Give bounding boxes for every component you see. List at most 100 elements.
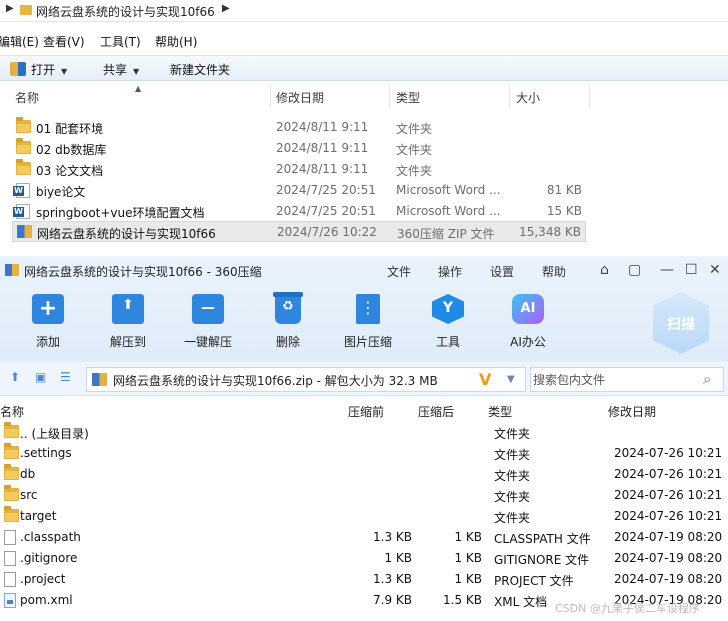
column-divider[interactable] [270, 86, 271, 108]
explorer-window: ▶ 网络云盘系统的设计与实现10f66 ▶ 编辑(E) 查看(V) 工具(T) … [0, 0, 728, 256]
breadcrumb-chevron-icon[interactable]: ▶ [222, 3, 230, 14]
zip-header: 网络云盘系统的设计与实现10f66 - 360压缩 文件 操作 设置 帮助 ⌂ … [0, 256, 728, 362]
menu-help[interactable]: 帮助(H) [155, 33, 197, 50]
scan-button[interactable]: 扫描 [653, 292, 709, 354]
file-name: 02 db数据库 [36, 143, 107, 157]
extract-to-button[interactable]: 解压到 [98, 292, 158, 352]
file-row[interactable]: 03 论文文档 2024/8/11 9:11 文件夹 [12, 159, 586, 180]
zip-row[interactable]: .classpath 1.3 KB 1 KB CLASSPATH 文件 2024… [0, 527, 728, 548]
add-label: 添加 [35, 335, 60, 349]
column-header-name[interactable]: 名称 [15, 89, 39, 106]
folder-icon [16, 159, 31, 175]
folder-icon [16, 117, 31, 133]
file-row[interactable]: 01 配套环境 2024/8/11 9:11 文件夹 [12, 117, 586, 138]
entry-type: 文件夹 [494, 448, 531, 462]
one-click-extract-icon [192, 294, 224, 324]
search-icon[interactable]: ⌕ [703, 370, 711, 388]
zip-row[interactable]: .project 1.3 KB 1 KB PROJECT 文件 2024-07-… [0, 569, 728, 590]
file-row-selected[interactable]: 网络云盘系统的设计与实现10f66 2024/7/26 10:22 360压缩 … [12, 221, 586, 242]
app-icon [5, 264, 19, 276]
path-field[interactable]: 网络云盘系统的设计与实现10f66.zip - 解包大小为 32.3 MB V … [86, 367, 526, 392]
zip-row[interactable]: .. (上级目录) 文件夹 [0, 422, 728, 443]
add-button[interactable]: 添加 [18, 292, 78, 352]
zip-window: 网络云盘系统的设计与实现10f66 - 360压缩 文件 操作 设置 帮助 ⌂ … [0, 256, 728, 621]
column-divider[interactable] [589, 86, 590, 108]
menu-settings[interactable]: 设置 [490, 263, 514, 280]
path-text: 网络云盘系统的设计与实现10f66.zip - 解包大小为 32.3 MB [113, 374, 438, 388]
delete-button[interactable]: 删除 [258, 292, 318, 352]
skin-icon[interactable]: ⌂ [600, 262, 609, 278]
menu-file[interactable]: 文件 [387, 263, 411, 280]
address-bar[interactable]: ▶ 网络云盘系统的设计与实现10f66 ▶ [0, 0, 728, 22]
column-header-compressed[interactable]: 压缩前 [348, 403, 384, 420]
share-button[interactable]: 共享 ▼ [103, 61, 139, 78]
entry-type: 文件夹 [494, 490, 531, 504]
ai-office-button[interactable]: AI办公 [498, 292, 558, 352]
menu-help[interactable]: 帮助 [542, 263, 566, 280]
view-list-icon[interactable]: ☰ [60, 370, 71, 384]
menu-view[interactable]: 查看(V) [43, 33, 85, 50]
file-row[interactable]: biye论文 2024/7/25 20:51 Microsoft Word ..… [12, 180, 586, 201]
tools-button[interactable]: 工具 [418, 292, 478, 352]
chat-icon[interactable]: ▢ [628, 262, 641, 278]
delete-icon [273, 292, 303, 324]
file-type: 360压缩 ZIP 文件 [397, 227, 495, 241]
chevron-down-icon[interactable]: ▼ [507, 374, 515, 385]
file-row[interactable]: springboot+vue环境配置文档 2024/7/25 20:51 Mic… [12, 201, 586, 222]
image-compress-button[interactable]: 图片压缩 [338, 292, 398, 352]
new-folder-button[interactable]: 新建文件夹 [170, 61, 230, 78]
maximize-icon[interactable]: ☐ [685, 262, 698, 278]
open-button[interactable]: 打开 ▼ [10, 61, 67, 78]
entry-name: .classpath [20, 530, 81, 544]
column-header-type[interactable]: 类型 [396, 89, 420, 106]
zip-row[interactable]: target 文件夹 2024-07-26 10:21 [0, 506, 728, 527]
one-click-extract-button[interactable]: 一键解压 [178, 292, 238, 352]
chevron-down-icon: ▼ [133, 67, 140, 76]
close-icon[interactable]: ✕ [709, 262, 721, 278]
folder-icon [4, 422, 19, 438]
zip-row[interactable]: .settings 文件夹 2024-07-26 10:21 [0, 443, 728, 464]
zip-row[interactable]: .gitignore 1 KB 1 KB GITIGNORE 文件 2024-0… [0, 548, 728, 569]
file-icon [4, 572, 16, 587]
open-icon [10, 62, 26, 76]
v-badge-icon[interactable]: V [479, 370, 491, 389]
entry-name: .gitignore [20, 551, 78, 565]
column-header-size[interactable]: 大小 [516, 89, 540, 106]
file-row[interactable]: 02 db数据库 2024/8/11 9:11 文件夹 [12, 138, 586, 159]
entry-date: 2024-07-26 10:21 [614, 509, 723, 523]
delete-label: 删除 [275, 335, 300, 349]
zip-row[interactable]: db 文件夹 2024-07-26 10:21 [0, 464, 728, 485]
title-bar: 网络云盘系统的设计与实现10f66 - 360压缩 文件 操作 设置 帮助 ⌂ … [0, 256, 728, 286]
column-header-original[interactable]: 压缩后 [418, 403, 454, 420]
breadcrumb[interactable]: 网络云盘系统的设计与实现10f66 [36, 3, 215, 20]
entry-name: db [20, 467, 36, 481]
zip-archive-icon [17, 225, 32, 238]
entry-compressed-size: 1 KB [384, 551, 412, 565]
menu-operate[interactable]: 操作 [438, 263, 462, 280]
search-input[interactable] [533, 370, 693, 389]
menu-tools[interactable]: 工具(T) [100, 33, 141, 50]
column-divider[interactable] [509, 86, 510, 108]
zip-row[interactable]: src 文件夹 2024-07-26 10:21 [0, 485, 728, 506]
entry-original-size: 1 KB [454, 572, 482, 586]
column-header-date[interactable]: 修改日期 [276, 89, 324, 106]
file-date: 2024/8/11 9:11 [276, 141, 369, 155]
view-thumbnail-icon[interactable]: ▣ [35, 370, 46, 384]
back-arrow-icon[interactable]: ▶ [6, 3, 14, 14]
column-header-name[interactable]: 名称 [0, 403, 24, 420]
file-name: springboot+vue环境配置文档 [36, 206, 205, 220]
word-doc-icon [13, 183, 30, 198]
minimize-icon[interactable]: — [660, 262, 674, 278]
up-arrow-icon[interactable]: ⬆ [10, 370, 20, 384]
column-header-type[interactable]: 类型 [488, 403, 512, 420]
entry-date: 2024-07-26 10:21 [614, 446, 723, 460]
command-bar: 打开 ▼ 共享 ▼ 新建文件夹 [0, 55, 728, 81]
column-header-date[interactable]: 修改日期 [608, 403, 656, 420]
folder-icon [4, 443, 19, 459]
menu-edit[interactable]: 编辑(E) [0, 33, 39, 50]
file-name: 01 配套环境 [36, 122, 104, 136]
file-name: biye论文 [36, 185, 86, 199]
entry-type: CLASSPATH 文件 [494, 532, 591, 546]
search-box: ⌕ [530, 367, 724, 392]
column-divider[interactable] [389, 86, 390, 108]
